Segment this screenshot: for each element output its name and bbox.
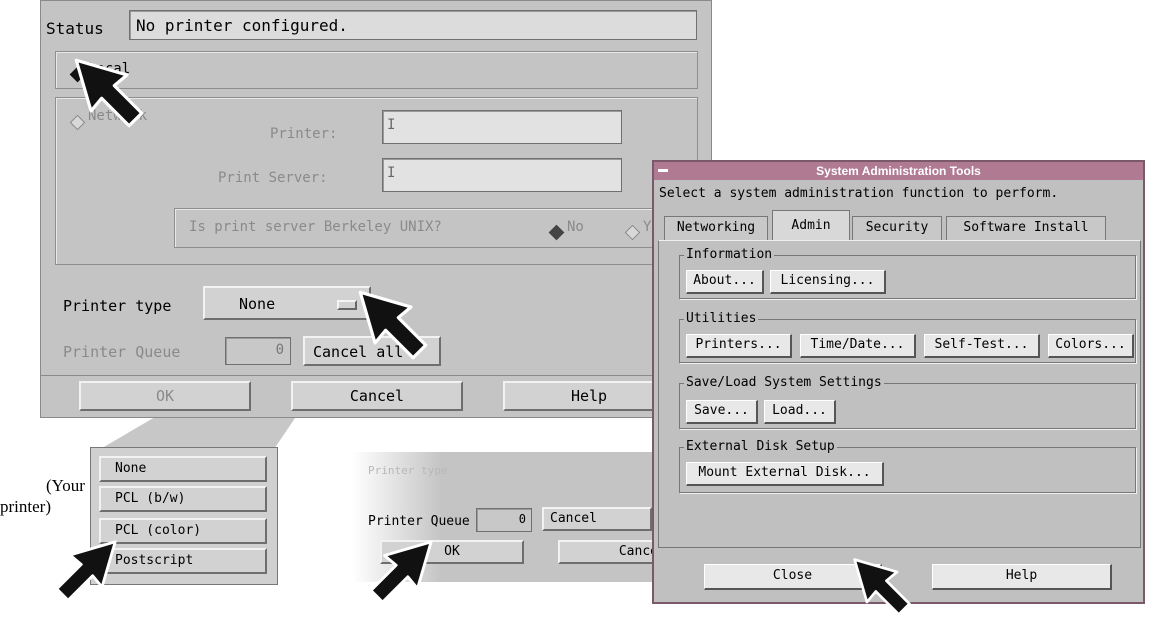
unix-yes-radio[interactable] xyxy=(624,222,641,241)
save-load-group: Save/Load System Settings Save... Load..… xyxy=(679,375,1136,429)
callout-line2: printer) xyxy=(0,497,51,516)
local-group: Local xyxy=(55,51,698,89)
mount-external-disk-button[interactable]: Mount External Disk... xyxy=(686,462,884,486)
unix-no-radio[interactable] xyxy=(548,222,565,241)
self-test-button[interactable]: Self-Test... xyxy=(924,334,1040,358)
print-server-input[interactable]: I xyxy=(382,158,622,192)
ok-button[interactable]: OK xyxy=(79,381,251,411)
help-button[interactable]: Help xyxy=(503,381,675,411)
cancel-button[interactable]: Cancel xyxy=(291,381,463,411)
tab-admin[interactable]: Admin xyxy=(772,210,850,243)
sat-help-button[interactable]: Help xyxy=(932,564,1112,590)
printer-queue-label: Printer Queue xyxy=(63,343,181,361)
pointer-arrow-icon xyxy=(74,58,144,128)
status-label: Status xyxy=(46,19,104,38)
mini-printer-queue-label: Printer Queue xyxy=(368,514,470,529)
printer-type-option-menu[interactable]: None xyxy=(203,286,371,320)
tab-networking[interactable]: Networking xyxy=(664,216,768,241)
mini-cancel-button[interactable]: Cance xyxy=(558,540,662,564)
network-group: Network Printer: I Print Server: I Is pr… xyxy=(55,97,698,265)
external-disk-label: External Disk Setup xyxy=(684,439,837,454)
information-label: Information xyxy=(684,247,775,262)
mini-cancel-all-button[interactable]: Cancel xyxy=(542,507,652,531)
menu-option-postscript[interactable]: Postscript xyxy=(99,548,267,574)
unix-no-label: No xyxy=(567,219,584,235)
printer-type-value: None xyxy=(239,295,276,313)
window-title: System Administration Tools xyxy=(816,164,981,178)
callout-line1: (Your xyxy=(46,476,85,495)
time-date-button[interactable]: Time/Date... xyxy=(800,334,916,358)
pointer-arrow-icon xyxy=(55,540,117,602)
pointer-arrow-icon xyxy=(358,290,428,360)
tab-software-install[interactable]: Software Install xyxy=(946,216,1106,241)
printer-input[interactable]: I xyxy=(382,110,622,144)
mini-queue-field: 0 xyxy=(476,508,532,532)
save-button[interactable]: Save... xyxy=(686,400,758,424)
sat-prompt: Select a system administration function … xyxy=(659,186,1059,201)
status-value: No printer configured. xyxy=(136,16,348,35)
pointer-arrow-icon xyxy=(369,540,433,604)
printer-queue-field: 0 xyxy=(225,337,291,365)
menu-option-none[interactable]: None xyxy=(99,456,267,482)
pointer-arrow-icon xyxy=(853,558,911,616)
external-disk-group: External Disk Setup Mount External Disk.… xyxy=(679,439,1136,493)
menu-option-pcl-color[interactable]: PCL (color) xyxy=(99,518,267,544)
mini-printer-type-label: Printer type xyxy=(368,464,448,477)
printers-button[interactable]: Printers... xyxy=(686,334,792,358)
title-bar[interactable]: System Administration Tools xyxy=(654,162,1143,180)
system-admin-tools-window: System Administration Tools Select a sys… xyxy=(652,160,1145,604)
printer-queue-value: 0 xyxy=(275,342,284,358)
licensing-button[interactable]: Licensing... xyxy=(770,270,886,294)
save-load-label: Save/Load System Settings xyxy=(684,375,884,390)
information-group: Information About... Licensing... xyxy=(679,247,1136,299)
printer-field-label: Printer: xyxy=(270,126,338,142)
about-button[interactable]: About... xyxy=(686,270,764,294)
tab-security[interactable]: Security xyxy=(852,216,942,241)
status-field: No printer configured. xyxy=(129,10,697,40)
utilities-label: Utilities xyxy=(684,311,759,326)
unix-question-group: Is print server Berkeley UNIX? No Y xyxy=(174,208,698,248)
colors-button[interactable]: Colors... xyxy=(1048,334,1134,358)
admin-tab-panel: Information About... Licensing... Utilit… xyxy=(658,240,1141,548)
load-button[interactable]: Load... xyxy=(764,400,836,424)
print-server-label: Print Server: xyxy=(218,170,328,186)
unix-yes-label: Y xyxy=(643,219,652,235)
utilities-group: Utilities Printers... Time/Date... Self-… xyxy=(679,311,1136,363)
mini-queue-value: 0 xyxy=(518,512,526,526)
menu-option-pcl-bw[interactable]: PCL (b/w) xyxy=(99,486,267,512)
unix-question: Is print server Berkeley UNIX? xyxy=(189,219,442,235)
printer-type-label: Printer type xyxy=(63,297,172,315)
